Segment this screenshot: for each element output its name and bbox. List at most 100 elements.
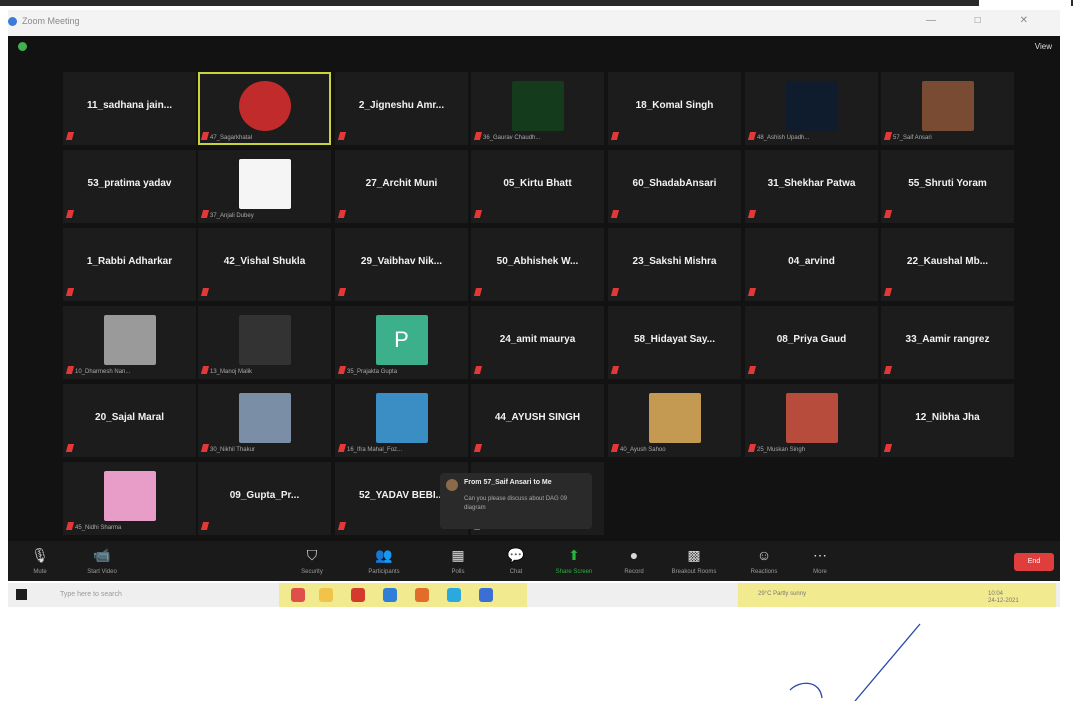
participant-avatar xyxy=(921,81,974,131)
chat-button[interactable]: 💬 Chat xyxy=(486,545,546,579)
participant-tile[interactable]: 24_amit maurya xyxy=(471,306,604,379)
edge-icon[interactable] xyxy=(447,588,461,602)
muted-mic-icon xyxy=(883,210,893,218)
participant-tile[interactable]: 16_Ifra Mahal_Foz... xyxy=(335,384,468,457)
window-icon[interactable] xyxy=(479,588,493,602)
participant-label: 37_Anjali Dubey xyxy=(210,213,254,219)
end-meeting-button[interactable]: End xyxy=(1014,553,1054,571)
participant-tile[interactable]: 13_Manoj Malik xyxy=(198,306,331,379)
window-titlebar: Zoom Meeting — □ ✕ xyxy=(8,10,1060,36)
security-button[interactable]: ⛉ Security xyxy=(282,545,342,579)
participant-avatar xyxy=(648,393,701,443)
taskbar-search[interactable]: Type here to search xyxy=(42,583,282,607)
record-icon: ● xyxy=(629,547,639,563)
participant-tile[interactable]: 09_Gupta_Pr... xyxy=(198,462,331,535)
participant-tile[interactable]: 58_Hidayat Say... xyxy=(608,306,741,379)
muted-mic-icon xyxy=(747,210,757,218)
more-button[interactable]: ⋯ More xyxy=(790,545,850,579)
participant-tile[interactable]: 23_Sakshi Mishra xyxy=(608,228,741,301)
participant-tile[interactable]: 2_Jigneshu Amr... xyxy=(335,72,468,145)
muted-mic-icon xyxy=(65,132,75,140)
zoom-app-icon xyxy=(8,17,17,26)
participant-tile[interactable]: 30_Nikhil Thakur xyxy=(198,384,331,457)
participant-avatar xyxy=(238,81,291,131)
security-label: Security xyxy=(301,569,323,575)
record-button[interactable]: ● Record xyxy=(604,545,664,579)
clock-time: 10:04 xyxy=(988,591,1004,597)
polls-button[interactable]: ▦ Polls xyxy=(428,545,488,579)
participant-tile[interactable]: 45_Nidhi Sharma xyxy=(63,462,196,535)
participant-tile[interactable]: 18_Komal Singh xyxy=(608,72,741,145)
mute-button[interactable]: 🎙 Mute xyxy=(10,545,70,579)
chat-sender: From 57_Saif Ansari to Me xyxy=(464,479,552,486)
participant-tile[interactable]: P 35_Prajakta Gupta xyxy=(335,306,468,379)
encryption-shield-icon[interactable] xyxy=(18,42,27,51)
participant-tile[interactable]: 42_Vishal Shukla xyxy=(198,228,331,301)
participant-avatar xyxy=(785,393,838,443)
participant-tile[interactable]: 27_Archit Muni xyxy=(335,150,468,223)
chrome-icon[interactable] xyxy=(291,588,305,602)
breakout-rooms-button[interactable]: ▩ Breakout Rooms xyxy=(664,545,724,579)
participant-tile[interactable]: 33_Aamir rangrez xyxy=(881,306,1014,379)
muted-mic-icon xyxy=(747,132,757,140)
participant-tile[interactable]: 44_AYUSH SINGH xyxy=(471,384,604,457)
participant-tile[interactable]: 40_Ayush Sahoo xyxy=(608,384,741,457)
muted-mic-icon xyxy=(65,366,75,374)
more-label: More xyxy=(813,569,827,575)
participant-avatar xyxy=(785,81,838,131)
participant-avatar xyxy=(238,393,291,443)
reactions-label: Reactions xyxy=(750,569,778,575)
participants-icon: 👥 xyxy=(375,547,393,563)
participant-label: 40_Ayush Sahoo xyxy=(620,447,666,453)
reactions-button[interactable]: ☺ Reactions xyxy=(734,545,794,579)
participant-tile[interactable]: 22_Kaushal Mb... xyxy=(881,228,1014,301)
participant-tile[interactable]: 25_Muskan Singh xyxy=(745,384,878,457)
participant-avatar xyxy=(103,471,156,521)
participant-tile[interactable]: 55_Shruti Yoram xyxy=(881,150,1014,223)
participant-tile[interactable]: 31_Shekhar Patwa xyxy=(745,150,878,223)
muted-mic-icon xyxy=(747,366,757,374)
participant-tile[interactable]: 20_Sajal Maral xyxy=(63,384,196,457)
weather-text: 29°C Partly sunny xyxy=(758,591,807,597)
participant-tile[interactable]: 48_Ashish Upadh... xyxy=(745,72,878,145)
participant-tile[interactable]: 05_Kirtu Bhatt xyxy=(471,150,604,223)
chat-notification[interactable]: From 57_Saif Ansari to Me Can you please… xyxy=(440,473,592,529)
participant-name: 22_Kaushal Mb... xyxy=(906,256,989,267)
participants-button[interactable]: 👥 Participants xyxy=(354,545,414,579)
participant-tile[interactable]: 08_Priya Gaud xyxy=(745,306,878,379)
participant-label: 10_Dharmesh Nan... xyxy=(75,369,131,375)
participant-tile[interactable]: 29_Vaibhav Nik... xyxy=(335,228,468,301)
participant-tile[interactable]: 12_Nibha Jha xyxy=(881,384,1014,457)
chat-message: Can you please discuss about DAG 09 diag… xyxy=(464,496,568,511)
muted-mic-icon xyxy=(337,522,347,530)
participant-label: 16_Ifra Mahal_Foz... xyxy=(347,447,403,453)
participant-tile[interactable]: 36_Gaurav Chaudh... xyxy=(471,72,604,145)
muted-mic-icon xyxy=(337,366,347,374)
start-video-button[interactable]: 📹 Start Video xyxy=(72,545,132,579)
windows-start-icon[interactable] xyxy=(16,589,27,600)
participant-tile[interactable]: 37_Anjali Dubey xyxy=(198,150,331,223)
muted-mic-icon xyxy=(747,288,757,296)
participant-tile[interactable]: 11_sadhana jain... xyxy=(63,72,196,145)
view-button[interactable]: View xyxy=(1035,42,1052,51)
shield-icon: ⛉ xyxy=(306,547,318,563)
participant-name: 53_pratima yadav xyxy=(87,178,172,189)
window-controls[interactable]: — □ ✕ xyxy=(926,15,1046,26)
zoom-icon[interactable] xyxy=(383,588,397,602)
participant-tile[interactable]: 04_arvind xyxy=(745,228,878,301)
participant-name: 20_Sajal Maral xyxy=(95,412,164,423)
search-placeholder: Type here to search xyxy=(60,591,122,598)
share-screen-button[interactable]: ⬆ Share Screen xyxy=(544,545,604,579)
participant-tile[interactable]: 47_Sagarkhatal xyxy=(198,72,331,145)
app-icon[interactable] xyxy=(415,588,429,602)
participant-tile[interactable]: 50_Abhishek W... xyxy=(471,228,604,301)
participant-tile[interactable]: 53_pratima yadav xyxy=(63,150,196,223)
participant-tile[interactable]: 57_Saif Ansari xyxy=(881,72,1014,145)
participant-tile[interactable]: 1_Rabbi Adharkar xyxy=(63,228,196,301)
muted-mic-icon xyxy=(65,210,75,218)
file-explorer-icon[interactable] xyxy=(319,588,333,602)
participant-tile[interactable]: 10_Dharmesh Nan... xyxy=(63,306,196,379)
polls-icon: ▦ xyxy=(451,547,465,563)
participant-tile[interactable]: 60_ShadabAnsari xyxy=(608,150,741,223)
office-icon[interactable] xyxy=(351,588,365,602)
